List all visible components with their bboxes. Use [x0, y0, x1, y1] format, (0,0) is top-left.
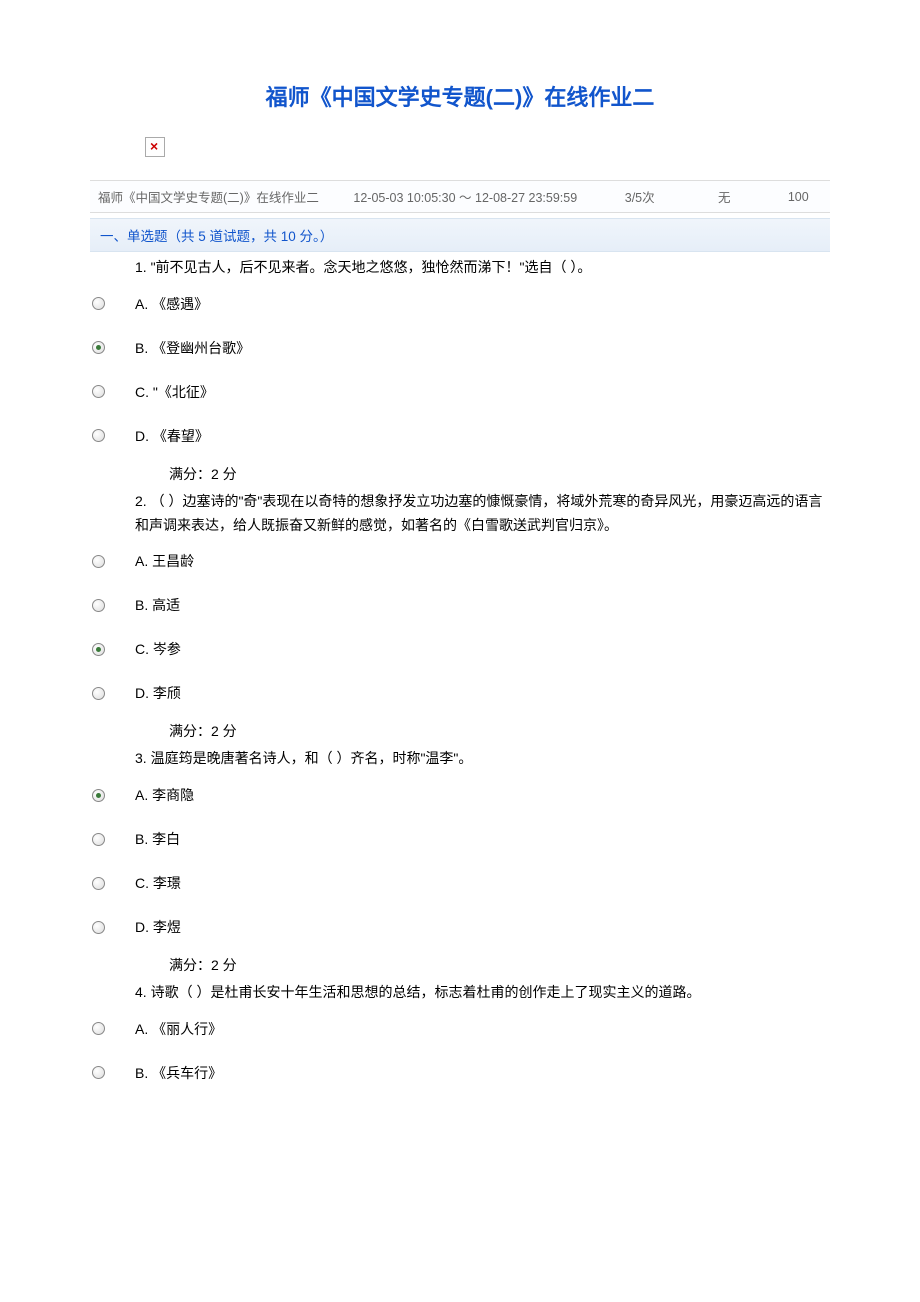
option-label: D. 《春望》: [135, 426, 830, 446]
radio-q3-b[interactable]: [92, 833, 105, 846]
option-label: A. 王昌龄: [135, 551, 830, 571]
meta-name: 福师《中国文学史专题(二)》在线作业二: [90, 181, 333, 213]
option-label: A. 《丽人行》: [135, 1019, 830, 1039]
assignment-meta-table: 福师《中国文学史专题(二)》在线作业二 12-05-03 10:05:30 ～ …: [90, 180, 830, 213]
radio-q1-b[interactable]: [92, 341, 105, 354]
option-label: B. 《登幽州台歌》: [135, 338, 830, 358]
question-1-text: 1. "前不见古人，后不见来者。念天地之悠悠，独怆然而涕下！"选自（ ）。: [135, 252, 830, 282]
section-header: 一、单选题（共 5 道试题，共 10 分。）: [90, 218, 830, 252]
radio-q1-c[interactable]: [92, 385, 105, 398]
radio-q3-c[interactable]: [92, 877, 105, 890]
option-label: C. 岑参: [135, 639, 830, 659]
question-2-text: 2. （ ）边塞诗的"奇"表现在以奇特的想象抒发立功边塞的慷慨豪情，将域外荒寒的…: [135, 486, 830, 540]
radio-q4-b[interactable]: [92, 1066, 105, 1079]
option-label: D. 李颀: [135, 683, 830, 703]
radio-q2-a[interactable]: [92, 555, 105, 568]
question-3-score: 满分：2 分: [169, 949, 830, 977]
radio-q4-a[interactable]: [92, 1022, 105, 1035]
meta-time-range: 12-05-03 10:05:30 ～ 12-08-27 23:59:59: [333, 181, 597, 213]
question-1-score: 满分：2 分: [169, 458, 830, 486]
radio-q1-d[interactable]: [92, 429, 105, 442]
question-4-text: 4. 诗歌（ ）是杜甫长安十年生活和思想的总结，标志着杜甫的创作走上了现实主义的…: [135, 977, 830, 1007]
broken-image-icon: [145, 137, 165, 157]
meta-col4: 无: [682, 181, 767, 213]
radio-q3-d[interactable]: [92, 921, 105, 934]
radio-q1-a[interactable]: [92, 297, 105, 310]
option-label: B. 高适: [135, 595, 830, 615]
radio-q3-a[interactable]: [92, 789, 105, 802]
radio-q2-b[interactable]: [92, 599, 105, 612]
option-label: C. "《北征》: [135, 382, 830, 402]
option-label: A. 李商隐: [135, 785, 830, 805]
meta-total: 100: [767, 181, 830, 213]
option-label: C. 李璟: [135, 873, 830, 893]
option-label: A. 《感遇》: [135, 294, 830, 314]
option-label: D. 李煜: [135, 917, 830, 937]
option-label: B. 李白: [135, 829, 830, 849]
radio-q2-d[interactable]: [92, 687, 105, 700]
page-title: 福师《中国文学史专题(二)》在线作业二: [90, 80, 830, 112]
option-label: B. 《兵车行》: [135, 1063, 830, 1083]
question-2-score: 满分：2 分: [169, 715, 830, 743]
question-3-text: 3. 温庭筠是晚唐著名诗人，和（ ）齐名，时称"温李"。: [135, 743, 830, 773]
radio-q2-c[interactable]: [92, 643, 105, 656]
meta-attempts: 3/5次: [597, 181, 682, 213]
table-row: 福师《中国文学史专题(二)》在线作业二 12-05-03 10:05:30 ～ …: [90, 181, 830, 213]
